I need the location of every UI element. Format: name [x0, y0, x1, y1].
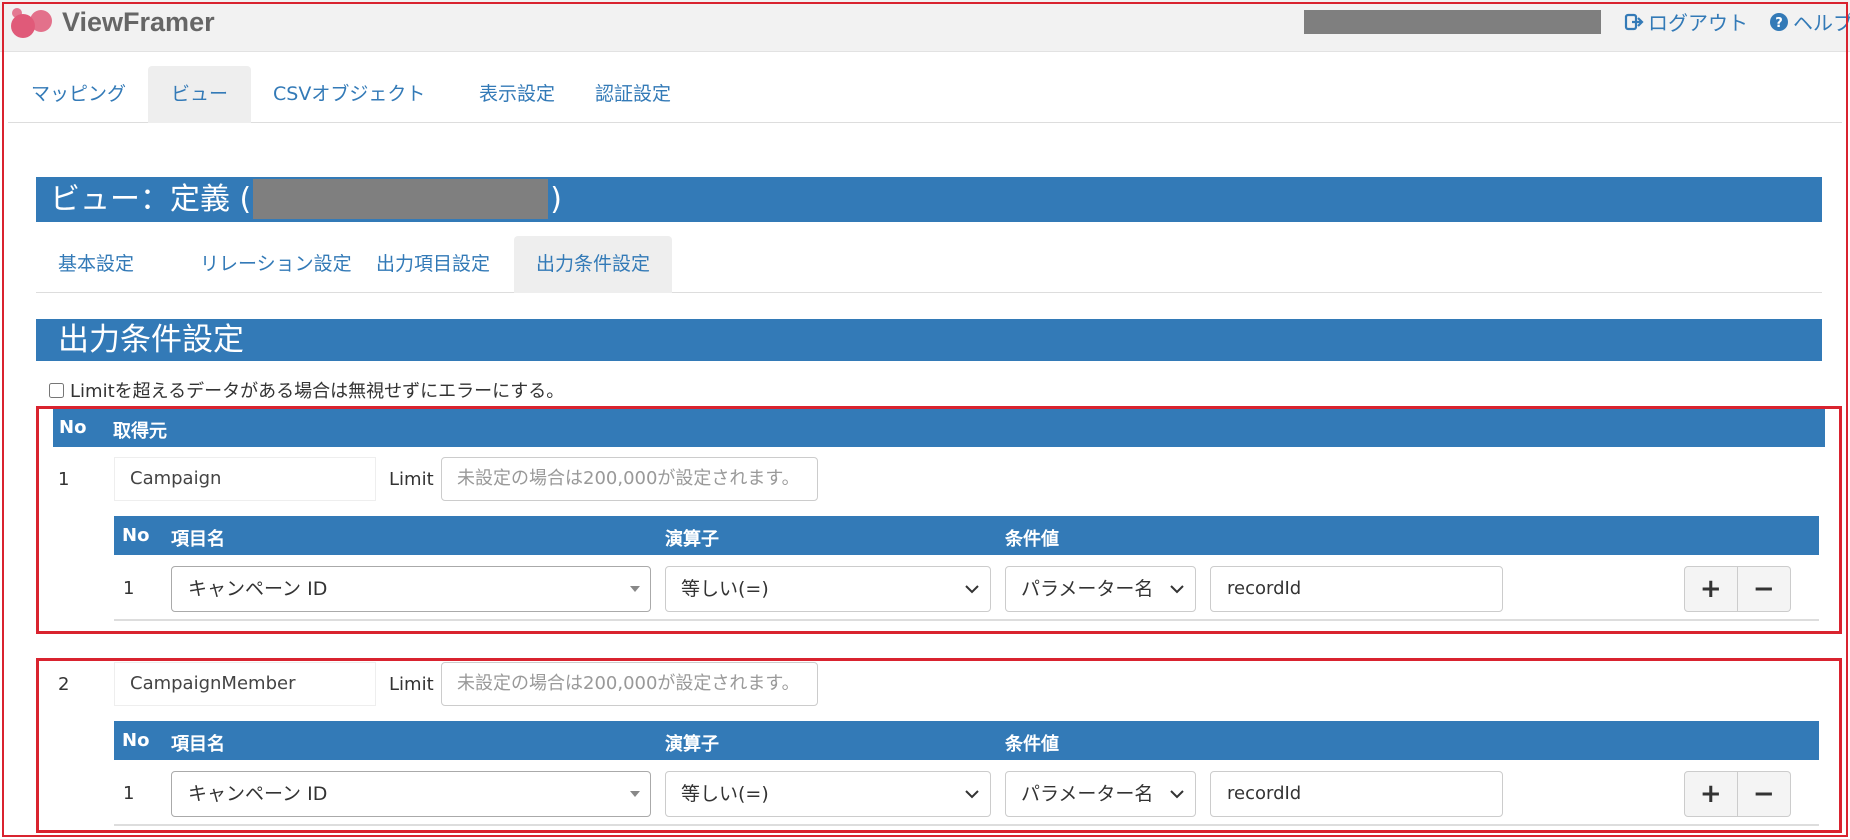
tab-view[interactable]: ビュー	[148, 66, 252, 123]
limit-error-label: Limitを超えるデータがある場合は無視せずにエラーにする。	[70, 381, 565, 402]
caret-down-icon	[630, 586, 640, 592]
limit-label: Limit	[389, 674, 434, 695]
limit-input[interactable]: 未設定の場合は200,000が設定されます。	[441, 662, 818, 706]
logout-label: ログアウト	[1648, 11, 1748, 35]
header-no: No	[59, 417, 87, 438]
definition-tabs: 基本設定 リレーション設定 出力項目設定 出力条件設定	[36, 236, 1822, 293]
value-type-select[interactable]: パラメーター名	[1005, 771, 1196, 817]
remove-condition-button[interactable]: −	[1737, 566, 1791, 612]
operator-select[interactable]: 等しい(=)	[665, 771, 991, 817]
tab-csv-object[interactable]: CSVオブジェクト	[250, 66, 448, 123]
tab-basic-settings[interactable]: 基本設定	[36, 236, 156, 293]
condition-table-header: No 項目名 演算子 条件値	[114, 516, 1819, 555]
condition-table-header: No 項目名 演算子 条件値	[114, 721, 1819, 760]
row-action-buttons: + −	[1684, 771, 1791, 817]
main-nav: マッピング ビュー CSVオブジェクト 表示設定 認証設定	[8, 66, 1842, 123]
tab-mapping[interactable]: マッピング	[8, 66, 149, 123]
source-group-2: 2 CampaignMember Limit 未設定の場合は200,000が設定…	[36, 658, 1842, 833]
svg-text:?: ?	[1775, 16, 1783, 31]
source-table-header: No 取得元	[53, 409, 1825, 447]
cond-header-operator: 演算子	[665, 529, 719, 550]
chevron-down-icon	[965, 585, 979, 594]
source-group-1: No 取得元 1 Campaign Limit 未設定の場合は200,000が設…	[36, 406, 1842, 634]
tab-relation-settings[interactable]: リレーション設定	[178, 236, 374, 293]
cond-header-field: 項目名	[171, 734, 225, 755]
limit-error-option: Limitを超えるデータがある場合は無視せずにエラーにする。	[49, 377, 564, 403]
cond-header-field: 項目名	[171, 529, 225, 550]
cond-header-no: No	[122, 525, 150, 546]
view-header-prefix: ビュー：定義 (	[50, 182, 252, 217]
section-title: 出力条件設定	[36, 319, 1822, 361]
condition-no: 1	[123, 783, 135, 804]
row-action-buttons: + −	[1684, 566, 1791, 612]
row-divider	[114, 619, 1819, 621]
field-select-value: キャンペーン ID	[188, 578, 328, 600]
operator-select-value: 等しい(=)	[681, 578, 769, 600]
redacted-view-name	[253, 178, 549, 219]
help-label: ヘルプ	[1793, 11, 1850, 35]
tab-output-condition-settings[interactable]: 出力条件設定	[514, 236, 673, 293]
source-object-input[interactable]: Campaign	[114, 457, 376, 501]
chevron-down-icon	[1167, 784, 1187, 804]
condition-value-input[interactable]: recordId	[1210, 566, 1503, 612]
remove-condition-button[interactable]: −	[1737, 771, 1791, 817]
row-divider	[114, 824, 1819, 826]
view-definition-header: ビュー：定義 ()	[36, 177, 1822, 222]
tab-auth-settings[interactable]: 認証設定	[572, 66, 694, 123]
viewframer-logo-icon	[11, 8, 52, 38]
source-object-input[interactable]: CampaignMember	[114, 662, 376, 706]
limit-input[interactable]: 未設定の場合は200,000が設定されます。	[441, 457, 818, 501]
caret-down-icon	[630, 791, 640, 797]
header-source: 取得元	[113, 421, 167, 442]
tab-display-settings[interactable]: 表示設定	[456, 66, 578, 123]
limit-label: Limit	[389, 469, 434, 490]
field-select[interactable]: キャンペーン ID	[171, 771, 651, 817]
cond-header-operator: 演算子	[665, 734, 719, 755]
add-condition-button[interactable]: +	[1684, 566, 1738, 612]
limit-error-checkbox[interactable]	[49, 382, 64, 398]
operator-select-value: 等しい(=)	[681, 783, 769, 805]
operator-select[interactable]: 等しい(=)	[665, 566, 991, 612]
brand-name: ViewFramer	[62, 7, 215, 37]
help-link[interactable]: ? ヘルプ	[1769, 7, 1850, 36]
sign-out-icon	[1624, 13, 1644, 30]
add-condition-button[interactable]: +	[1684, 771, 1738, 817]
cond-header-no: No	[122, 730, 150, 751]
question-circle-icon: ?	[1770, 12, 1788, 31]
cond-header-value: 条件値	[1005, 529, 1059, 550]
value-type-select-value: パラメーター名	[1021, 578, 1154, 600]
source-no: 1	[58, 469, 70, 490]
tab-output-field-settings[interactable]: 出力項目設定	[354, 236, 512, 293]
cond-header-value: 条件値	[1005, 734, 1059, 755]
chevron-down-icon	[1167, 579, 1187, 599]
field-select[interactable]: キャンペーン ID	[171, 566, 651, 612]
condition-value-input[interactable]: recordId	[1210, 771, 1503, 817]
view-header-suffix: )	[550, 182, 562, 217]
field-select-value: キャンペーン ID	[188, 783, 328, 805]
chevron-down-icon	[965, 790, 979, 799]
redacted-user-name	[1304, 10, 1601, 34]
logout-link[interactable]: ログアウト	[1624, 7, 1748, 36]
value-type-select[interactable]: パラメーター名	[1005, 566, 1196, 612]
condition-no: 1	[123, 578, 135, 599]
value-type-select-value: パラメーター名	[1021, 783, 1154, 805]
top-bar: ViewFramer ログアウト ? ヘルプ	[0, 0, 1850, 52]
source-no: 2	[58, 674, 70, 695]
